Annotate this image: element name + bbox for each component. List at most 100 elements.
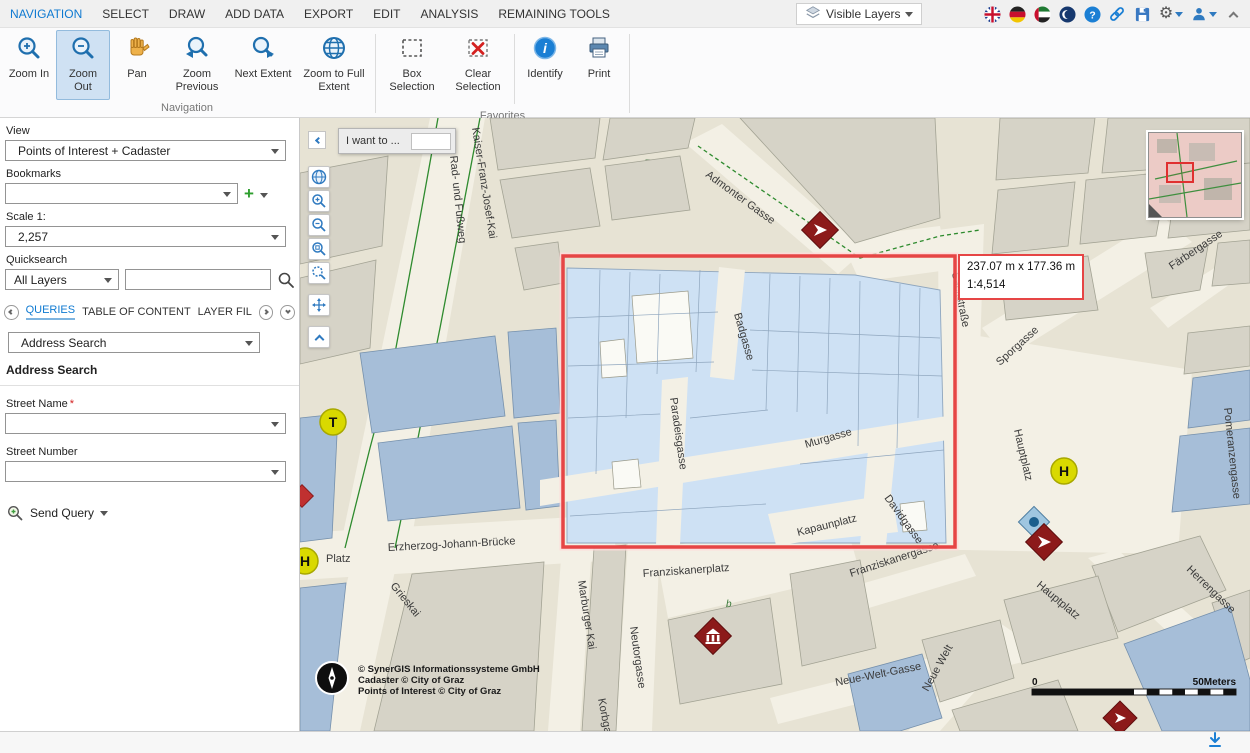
map-toolbar	[308, 166, 330, 348]
collapse-ribbon-icon[interactable]	[1224, 5, 1242, 23]
street-number-select[interactable]	[5, 461, 286, 482]
flag-uae-icon[interactable]	[1033, 5, 1051, 23]
street-name-select[interactable]	[5, 413, 286, 434]
map-globe-button[interactable]	[308, 166, 330, 188]
next-extent-icon	[250, 35, 276, 66]
help-icon[interactable]: ?	[1083, 5, 1101, 23]
tabs-scroll-left-button[interactable]	[4, 305, 19, 320]
print-button[interactable]: Print	[572, 30, 626, 100]
identify-button[interactable]: i Identify	[518, 30, 572, 100]
i-want-to-label: I want to ...	[346, 135, 400, 147]
scale-select[interactable]: 2,257	[5, 226, 286, 247]
bottom-statusbar	[0, 731, 1250, 753]
map-pan-button[interactable]	[308, 294, 330, 316]
clear-selection-icon	[465, 35, 491, 66]
tabs-more-button[interactable]	[280, 305, 295, 320]
header-icons: ? ⚙	[983, 0, 1242, 28]
map-viewport[interactable]: Kaiser-Franz-Josef-Kai Rad- und Fußweg A…	[300, 118, 1250, 731]
chevron-down-icon	[905, 12, 913, 17]
sidebar-panel: View Points of Interest + Cadaster Bookm…	[0, 118, 300, 731]
bookmarks-label: Bookmarks	[6, 168, 299, 180]
tab-layer-filter[interactable]: LAYER FIL	[198, 306, 252, 318]
ribbon-toolbar: Zoom In Zoom Out Pan Zoom Previous Next …	[0, 28, 1250, 118]
tab-queries[interactable]: QUERIES	[26, 304, 76, 320]
i-want-to-input[interactable]	[411, 133, 451, 150]
zoom-previous-icon	[184, 35, 210, 66]
user-account-icon[interactable]	[1191, 5, 1217, 23]
quicksearch-label: Quicksearch	[6, 254, 299, 266]
svg-text:© SynerGIS Informationssysteme: © SynerGIS Informationssysteme GmbH	[358, 664, 540, 675]
menu-tab-remaining-tools[interactable]: REMAINING TOOLS	[488, 0, 620, 28]
zoom-previous-button[interactable]: Zoom Previous	[164, 30, 230, 100]
zoom-window-icon	[311, 241, 327, 257]
query-template-value: Address Search	[21, 336, 106, 350]
box-selection-button[interactable]: Box Selection	[379, 30, 445, 100]
send-query-icon	[6, 504, 24, 522]
dark-mode-moon-icon[interactable]	[1058, 5, 1076, 23]
svg-text:b: b	[726, 599, 732, 610]
svg-text:H: H	[300, 553, 310, 569]
zoom-in-button[interactable]: Zoom In	[2, 30, 56, 100]
overview-map[interactable]	[1148, 132, 1242, 218]
flag-uk-icon[interactable]	[983, 5, 1001, 23]
bookmark-menu-arrow[interactable]	[260, 193, 268, 198]
view-label: View	[6, 125, 299, 137]
zoom-full-extent-button[interactable]: Zoom to Full Extent	[296, 30, 372, 100]
menu-tab-edit[interactable]: EDIT	[363, 0, 410, 28]
send-query-button[interactable]: Send Query	[6, 504, 299, 522]
map-canvas[interactable]: Kaiser-Franz-Josef-Kai Rad- und Fußweg A…	[300, 118, 1250, 731]
send-query-options-arrow[interactable]	[100, 511, 108, 516]
add-bookmark-button[interactable]: +	[244, 185, 254, 202]
map-zoom-selection-button[interactable]	[308, 262, 330, 284]
required-marker: *	[70, 398, 74, 410]
panel-tabs: QUERIES TABLE OF CONTENT LAYER FIL	[4, 302, 295, 322]
ribbon-separator	[629, 34, 630, 113]
menu-tab-export[interactable]: EXPORT	[294, 0, 363, 28]
menu-tab-navigation[interactable]: NAVIGATION	[0, 0, 92, 28]
send-query-label: Send Query	[30, 506, 94, 520]
tabs-scroll-right-button[interactable]	[259, 305, 274, 320]
bookmarks-select[interactable]	[5, 183, 238, 204]
svg-text:0: 0	[1032, 677, 1038, 688]
view-select[interactable]: Points of Interest + Cadaster	[5, 140, 286, 161]
globe-icon	[321, 35, 347, 66]
identify-icon: i	[532, 35, 558, 66]
quicksearch-layer-select[interactable]: All Layers	[5, 269, 119, 290]
menu-tab-select[interactable]: SELECT	[92, 0, 159, 28]
north-arrow-icon[interactable]	[316, 662, 348, 694]
chevron-down-icon	[1175, 12, 1183, 17]
quicksearch-button[interactable]	[277, 271, 295, 289]
zoom-out-button[interactable]: Zoom Out	[56, 30, 110, 100]
next-extent-button[interactable]: Next Extent	[230, 30, 296, 100]
map-zoom-window-button[interactable]	[308, 238, 330, 260]
menu-tab-analysis[interactable]: ANALYSIS	[411, 0, 489, 28]
svg-text:Cadaster © City of Graz: Cadaster © City of Graz	[358, 675, 464, 686]
flag-germany-icon[interactable]	[1008, 5, 1026, 23]
scale-select-value: 2,257	[18, 230, 48, 244]
visible-layers-button[interactable]: Visible Layers	[796, 3, 922, 25]
save-icon[interactable]	[1133, 5, 1151, 23]
clear-selection-button[interactable]: Clear Selection	[445, 30, 511, 100]
scale-label: Scale 1:	[6, 211, 299, 223]
tab-table-of-content[interactable]: TABLE OF CONTENT	[82, 306, 191, 318]
collapse-sidebar-button[interactable]	[308, 131, 326, 149]
menu-tab-add-data[interactable]: ADD DATA	[215, 0, 294, 28]
i-want-to-widget[interactable]: I want to ...	[338, 128, 456, 154]
map-toolbar-collapse-button[interactable]	[308, 326, 330, 348]
gis-application: NAVIGATION SELECT DRAW ADD DATA EXPORT E…	[0, 0, 1250, 753]
move-arrows-icon	[311, 297, 327, 313]
map-zoom-out-button[interactable]	[308, 214, 330, 236]
map-zoom-in-button[interactable]	[308, 190, 330, 212]
query-template-select[interactable]: Address Search	[8, 332, 260, 353]
view-select-value: Points of Interest + Cadaster	[18, 144, 170, 158]
quicksearch-input[interactable]	[125, 269, 271, 290]
box-selection-icon	[399, 35, 425, 66]
chevron-up-icon	[314, 334, 324, 344]
settings-gear-icon[interactable]: ⚙	[1158, 5, 1184, 23]
pan-button[interactable]: Pan	[110, 30, 164, 100]
download-button[interactable]	[1206, 731, 1224, 753]
menu-tab-draw[interactable]: DRAW	[159, 0, 215, 28]
ribbon-separator	[514, 34, 515, 104]
street-name-label: Street Name*	[6, 398, 299, 410]
link-icon[interactable]	[1108, 5, 1126, 23]
